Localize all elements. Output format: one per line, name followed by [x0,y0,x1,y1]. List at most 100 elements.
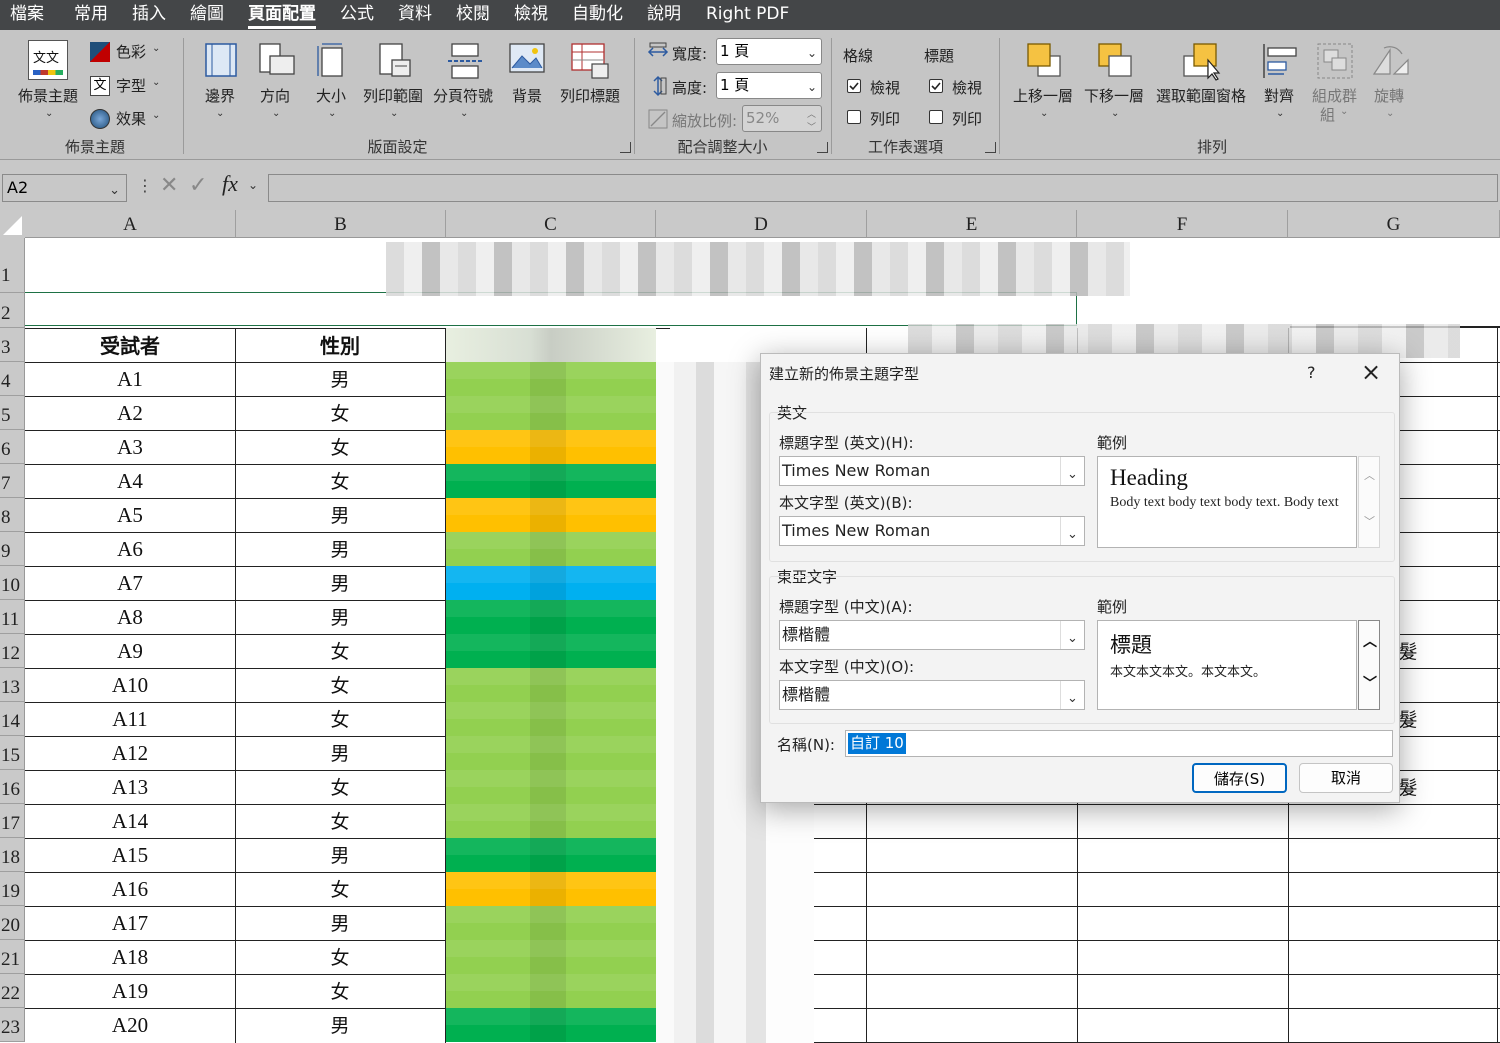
name-input[interactable]: 自訂 10 [845,730,1393,757]
row-header[interactable]: 13 [0,668,25,702]
gridlines-view-checkbox[interactable] [847,79,861,93]
subject-id-cell[interactable]: A12 [25,736,235,770]
column-header[interactable]: D [656,210,867,238]
tab-draw[interactable]: 繪圖 [190,3,224,27]
background-button[interactable]: 背景 [504,38,550,123]
subject-id-cell[interactable]: A19 [25,974,235,1008]
gender-cell[interactable]: 男 [235,362,445,396]
headings-print-checkbox[interactable] [929,110,943,124]
body-font-latin-select[interactable]: Times New Roman ⌄ [779,516,1085,546]
heat-cell[interactable] [446,702,656,736]
name-box[interactable]: A2 ⌄ [2,174,127,202]
heat-cell[interactable] [446,940,656,974]
effects-button[interactable]: 效果 ⌄ [90,107,170,131]
gender-cell[interactable]: 女 [235,464,445,498]
row-header[interactable]: 19 [0,872,25,906]
row-header[interactable]: 15 [0,736,25,770]
tab-right-pdf[interactable]: Right PDF [706,3,789,27]
tab-home[interactable]: 常用 [74,3,108,27]
subject-id-cell[interactable]: A11 [25,702,235,736]
insert-function-icon[interactable]: fx [222,171,238,197]
row-header[interactable]: 5 [0,396,25,430]
heading-font-ea-select[interactable]: 標楷體 ⌄ [779,620,1085,650]
selection-pane-button[interactable]: 選取範圍窗格 [1154,38,1250,123]
print-titles-button[interactable]: 列印標題 [556,38,624,123]
size-button[interactable]: 大小 ⌄ [308,38,356,123]
gender-cell[interactable]: 男 [235,532,445,566]
tab-review[interactable]: 校閱 [456,3,490,27]
row-header[interactable]: 18 [0,838,25,872]
align-button[interactable]: 對齊 ⌄ [1256,38,1304,123]
tab-formulas[interactable]: 公式 [340,3,374,27]
subject-id-cell[interactable]: A4 [25,464,235,498]
subject-id-cell[interactable]: A9 [25,634,235,668]
width-select[interactable]: 1 頁 ⌄ [716,38,822,65]
dialog-launcher-icon[interactable] [985,142,996,153]
send-backward-button[interactable]: 下移一層 ⌄ [1083,38,1149,123]
headings-view-checkbox[interactable] [929,79,943,93]
subject-id-cell[interactable]: A5 [25,498,235,532]
gender-cell[interactable]: 女 [235,974,445,1008]
heat-cell[interactable] [446,770,656,804]
gender-cell[interactable]: 男 [235,906,445,940]
heat-cell[interactable] [446,566,656,600]
subject-id-cell[interactable]: A7 [25,566,235,600]
row-header[interactable]: 22 [0,974,25,1008]
tab-page-layout[interactable]: 頁面配置 [248,3,316,29]
heading-font-latin-select[interactable]: Times New Roman ⌄ [779,456,1085,486]
cancel-button[interactable]: 取消 [1299,763,1393,793]
row-header[interactable]: 8 [0,498,25,532]
row-header[interactable]: 20 [0,906,25,940]
header-gender[interactable]: 性別 [235,328,445,362]
column-header[interactable]: G [1288,210,1500,238]
gender-cell[interactable]: 女 [235,702,445,736]
cancel-icon[interactable]: ✕ [160,173,178,198]
help-icon[interactable]: ? [1307,363,1316,382]
header-subject[interactable]: 受試者 [25,328,235,362]
gender-cell[interactable]: 女 [235,634,445,668]
heat-cell[interactable] [446,396,656,430]
heat-cell[interactable] [446,736,656,770]
gridlines-print-checkbox[interactable] [847,110,861,124]
tab-file[interactable]: 檔案 [10,3,44,27]
subject-id-cell[interactable]: A2 [25,396,235,430]
subject-id-cell[interactable]: A18 [25,940,235,974]
gender-cell[interactable]: 女 [235,872,445,906]
group-objects-button[interactable]: 組成群 組 ⌄ [1308,38,1364,133]
heat-cell[interactable] [446,430,656,464]
body-font-ea-select[interactable]: 標楷體 ⌄ [779,680,1085,710]
themes-button[interactable]: 文文 佈景主題 ⌄ [14,38,86,123]
subject-id-cell[interactable]: A8 [25,600,235,634]
row-header[interactable]: 7 [0,464,25,498]
scroll-down-icon[interactable]: ﹀ [1363,673,1377,693]
row-header[interactable]: 14 [0,702,25,736]
margins-button[interactable]: 邊界 ⌄ [196,38,246,123]
tab-insert[interactable]: 插入 [132,3,166,27]
gender-cell[interactable]: 男 [235,1008,445,1042]
column-header[interactable]: E [867,210,1077,238]
column-header[interactable]: A [25,210,236,238]
dialog-launcher-icon[interactable] [817,142,828,153]
gender-cell[interactable]: 女 [235,770,445,804]
heat-cell[interactable] [446,532,656,566]
row-header[interactable]: 1 [0,238,25,293]
subject-id-cell[interactable]: A3 [25,430,235,464]
heat-cell[interactable] [446,600,656,634]
scroll-down-icon[interactable]: ﹀ [1364,513,1375,529]
gender-cell[interactable]: 男 [235,838,445,872]
row-header[interactable]: 4 [0,362,25,396]
gender-cell[interactable]: 女 [235,668,445,702]
enter-icon[interactable]: ✓ [189,173,207,198]
gender-cell[interactable]: 男 [235,736,445,770]
heat-cell[interactable] [446,872,656,906]
gender-cell[interactable]: 女 [235,430,445,464]
subject-id-cell[interactable]: A10 [25,668,235,702]
subject-id-cell[interactable]: A14 [25,804,235,838]
subject-id-cell[interactable]: A6 [25,532,235,566]
gender-cell[interactable]: 女 [235,396,445,430]
gender-cell[interactable]: 男 [235,566,445,600]
close-icon[interactable]: × [1361,358,1381,386]
gender-cell[interactable]: 男 [235,600,445,634]
row-header[interactable]: 6 [0,430,25,464]
bring-forward-button[interactable]: 上移一層 ⌄ [1012,38,1078,123]
